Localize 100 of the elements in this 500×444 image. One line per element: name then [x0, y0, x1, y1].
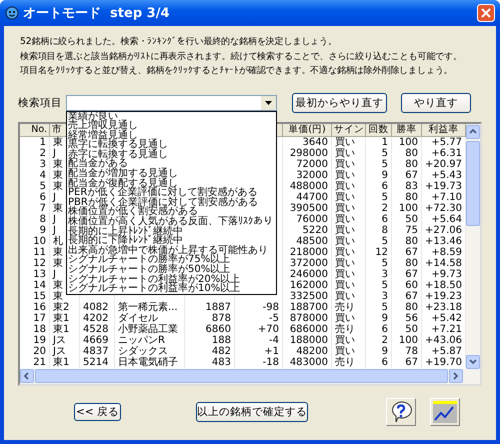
table-cell: 878000	[283, 313, 332, 324]
search-dropdown[interactable]	[66, 94, 277, 110]
dropdown-option[interactable]: 配当金が増加する見通し	[68, 169, 275, 179]
caret-icon	[265, 100, 272, 104]
table-cell: 東1	[50, 313, 80, 324]
table-cell: 買い	[332, 158, 366, 170]
table-cell: 12	[20, 258, 50, 270]
chevron-right-icon[interactable]	[451, 371, 461, 381]
table-cell: 5	[366, 302, 392, 314]
table-cell: 162000	[283, 280, 332, 292]
table-cell: 買い	[332, 180, 366, 192]
table-cell: 6860	[185, 324, 235, 336]
table-cell: 4202	[80, 313, 115, 324]
table-cell: シダックス	[115, 346, 185, 358]
table-cell: +1	[235, 346, 283, 358]
dropdown-option[interactable]: 赤字に転換する見通し	[68, 150, 275, 160]
table-cell: 76000	[283, 214, 332, 225]
table-cell: 買い	[332, 313, 366, 324]
table-cell: 56	[392, 313, 422, 324]
table-cell: 100	[392, 335, 422, 346]
table-cell: 買い	[332, 170, 366, 181]
chart-button[interactable]	[430, 398, 460, 426]
table-cell: 67	[392, 170, 422, 181]
table-cell: 48200	[283, 346, 332, 358]
table-cell: 72000	[283, 158, 332, 170]
table-cell: 12	[366, 246, 392, 258]
dropdown-option[interactable]: 出来高が急増中で株価が上昇する可能性あり	[68, 246, 275, 256]
column-header[interactable]: 勝率	[392, 124, 422, 136]
dropdown-option[interactable]: シグナルチャートの勝率が75%以上	[68, 255, 275, 265]
table-cell: 100	[392, 136, 422, 148]
dropdown-option[interactable]: シグナルチャートの利益率が20%以上	[68, 274, 275, 284]
table-cell: 4669	[80, 335, 115, 346]
table-cell: 5	[366, 158, 392, 170]
help-icon	[389, 400, 413, 424]
column-header[interactable]: 利益率	[422, 124, 466, 136]
table-cell: 50	[392, 324, 422, 336]
table-cell: 32000	[283, 170, 332, 181]
table-cell: 3	[20, 158, 50, 170]
dropdown-option[interactable]: 長期的に下降ﾄﾚﾝﾄﾞ継続中	[68, 236, 275, 246]
table-cell: 第一稀元素...	[115, 302, 185, 314]
horizontal-scrollbar[interactable]	[20, 368, 480, 384]
table-cell: 買い	[332, 269, 366, 280]
table-cell: 1887	[185, 302, 235, 314]
table-cell: 15	[20, 291, 50, 302]
table-cell: 東1	[50, 324, 80, 336]
back-button[interactable]: << 戻る	[74, 402, 121, 420]
table-cell: 9	[366, 313, 392, 324]
table-cell: 8	[20, 214, 50, 225]
dropdown-option[interactable]: シグナルチャートの利益率が10%以上	[68, 284, 275, 294]
dropdown-option[interactable]: 黒字に転換する見通し	[68, 140, 275, 150]
help-button[interactable]	[386, 398, 416, 426]
table-cell: 5220	[283, 224, 332, 236]
table-cell: 東1	[50, 357, 80, 368]
table-cell: 買い	[332, 214, 366, 225]
column-header[interactable]: 単価(円)	[283, 124, 332, 136]
dropdown-option[interactable]: シグナルチャートの勝率が50%以上	[68, 265, 275, 275]
table-cell: ニッパンR	[115, 335, 185, 346]
confirm-button[interactable]: 以上の銘柄で確定する	[196, 402, 308, 422]
table-cell: 9	[366, 170, 392, 181]
table-cell: 21	[20, 357, 50, 368]
table-cell: 19	[20, 335, 50, 346]
table-cell: 67	[392, 357, 422, 368]
table-cell: 5	[366, 192, 392, 203]
table-cell: 日本電気硝子	[115, 357, 185, 368]
table-cell: 80	[392, 258, 422, 270]
table-cell: 80	[392, 148, 422, 159]
chevron-up-icon[interactable]	[468, 126, 478, 136]
instruction-text: 項目名をｸﾘｯｸすると並び替え、銘柄をｸﾘｯｸするとﾁｬｰﾄが確認できます。不適な銘柄は除外削除しましょう。	[19, 64, 453, 78]
table-cell: Jス	[50, 335, 80, 346]
table-cell: 2	[20, 148, 50, 159]
table-cell: 6	[20, 192, 50, 203]
table-cell: 1	[20, 136, 50, 148]
table-cell: 686000	[283, 324, 332, 336]
table-cell: 買い	[332, 258, 366, 270]
table-cell: 5	[366, 258, 392, 270]
table-cell: 20	[20, 346, 50, 358]
table-cell: 390500	[283, 202, 332, 214]
dropdown-option[interactable]: PERが低く企業評価に対して割安感がある	[68, 188, 275, 198]
smiley-icon	[5, 6, 19, 20]
table-cell: 6	[366, 357, 392, 368]
column-header[interactable]: サイン	[332, 124, 366, 136]
redo-button[interactable]: やり直す	[401, 92, 471, 112]
table-cell: 10	[20, 236, 50, 247]
table-cell: 9	[20, 224, 50, 236]
dropdown-option[interactable]: 株価位置が高く人気がある反面、下落ﾘｽｸあり	[68, 217, 275, 227]
table-cell: 48500	[283, 236, 332, 247]
vertical-scrollbar[interactable]	[466, 124, 480, 368]
table-cell: 67	[392, 246, 422, 258]
table-cell: 3	[366, 291, 392, 302]
close-icon[interactable]	[477, 4, 495, 22]
instruction-text: 52銘柄に絞られました。検索・ﾗﾝｷﾝｸﾞを行い最終的な銘柄を決定しましょう。	[19, 35, 337, 49]
table-cell: 買い	[332, 291, 366, 302]
table-cell: -18	[235, 357, 283, 368]
column-header[interactable]: 回数	[366, 124, 392, 136]
dropdown-option[interactable]: 長期的に上昇ﾄﾚﾝﾄﾞ継続中	[68, 226, 275, 236]
restart-button[interactable]: 最初からやり直す	[292, 92, 387, 112]
chevron-down-icon[interactable]	[468, 356, 478, 366]
table-cell: 5	[20, 180, 50, 192]
table-cell: 買い	[332, 346, 366, 358]
column-header[interactable]: No.	[20, 124, 50, 136]
